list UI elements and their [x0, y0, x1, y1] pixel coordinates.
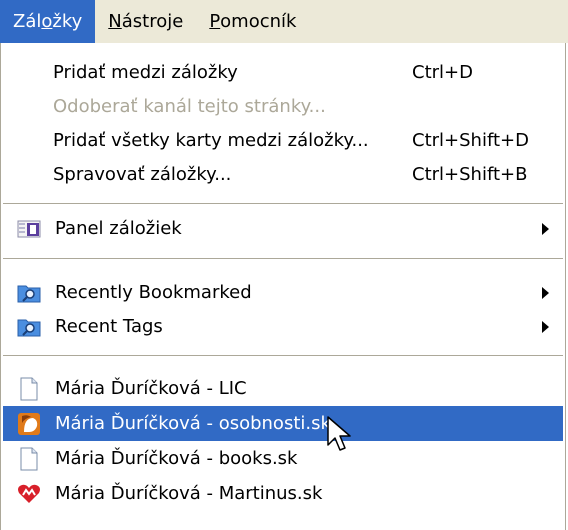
bookmark-item-osobnosti[interactable]: Mária Ďuríčková - osobnosti.sk	[3, 406, 563, 441]
menu-item-bookmark-all-tabs[interactable]: Pridať všetky karty medzi záložky... Ctr…	[3, 123, 563, 158]
menu-item-label: Pridať všetky karty medzi záložky...	[53, 130, 369, 151]
menu-item-recent-tags[interactable]: Recent Tags	[3, 309, 563, 344]
menu-item-label: Pridať medzi záložky	[53, 62, 238, 83]
martinus-favicon-icon	[17, 482, 41, 506]
smart-folder-icon	[17, 281, 41, 305]
bookmarks-toolbar-icon	[17, 217, 41, 241]
submenu-arrow-icon	[542, 286, 549, 299]
bookmark-item-books[interactable]: Mária Ďuríčková - books.sk	[3, 441, 563, 476]
bookmark-item-martinus[interactable]: Mária Ďuríčková - Martinus.sk	[3, 476, 563, 511]
menu-item-label: Mária Ďuríčková - osobnosti.sk	[55, 413, 331, 434]
menu-separator	[3, 355, 563, 357]
bookmarks-dropdown-menu: Pridať medzi záložky Ctrl+D Odoberať kan…	[0, 43, 566, 530]
menu-item-label: Spravovať záložky...	[53, 164, 232, 185]
menu-item-add-bookmark[interactable]: Pridať medzi záložky Ctrl+D	[3, 55, 563, 90]
menu-item-organize-bookmarks[interactable]: Spravovať záložky... Ctrl+Shift+B	[3, 157, 563, 192]
menu-pomocnik-label-post: omocník	[220, 11, 297, 32]
submenu-arrow-icon	[542, 222, 549, 235]
mouse-cursor-icon	[327, 416, 351, 451]
page-icon	[17, 377, 41, 401]
smart-folder-icon	[17, 315, 41, 339]
menu-nastroje-accel: N	[108, 11, 122, 32]
menu-zalozky[interactable]: Zál o žky	[0, 0, 96, 43]
menu-nastroje-label-post: ástroje	[121, 11, 184, 32]
menu-separator	[3, 258, 563, 260]
menu-zalozky-accel: o	[41, 11, 53, 32]
menu-pomocnik-accel: P	[209, 11, 221, 32]
menu-item-shortcut: Ctrl+D	[412, 62, 473, 83]
menu-item-bookmarks-toolbar[interactable]: Panel záložiek	[3, 211, 563, 246]
person-favicon-icon	[17, 412, 41, 436]
menu-item-recently-bookmarked[interactable]: Recently Bookmarked	[3, 275, 563, 310]
menu-item-shortcut: Ctrl+Shift+B	[412, 164, 528, 185]
menu-item-label: Odoberať kanál tejto stránky...	[53, 96, 326, 117]
menu-item-label: Panel záložiek	[55, 218, 182, 239]
menu-item-label: Mária Ďuríčková - Martinus.sk	[55, 483, 323, 504]
menu-nastroje[interactable]: Nástroje	[95, 0, 196, 43]
menu-item-shortcut: Ctrl+Shift+D	[412, 130, 529, 151]
menu-bar: Zál o žky Nástroje Pomocník	[0, 0, 568, 43]
submenu-arrow-icon	[542, 320, 549, 333]
menu-zalozky-label-pre: Zál	[13, 11, 42, 32]
menu-separator	[3, 203, 563, 205]
menu-item-label: Mária Ďuríčková - books.sk	[55, 448, 298, 469]
page-icon	[17, 447, 41, 471]
menu-pomocnik[interactable]: Pomocník	[196, 0, 309, 43]
menu-item-label: Recently Bookmarked	[55, 282, 252, 303]
menu-item-label: Mária Ďuríčková - LIC	[55, 378, 247, 399]
bookmark-item-lic[interactable]: Mária Ďuríčková - LIC	[3, 371, 563, 406]
menu-item-label: Recent Tags	[55, 316, 163, 337]
menu-zalozky-label-post: žky	[52, 11, 83, 32]
menu-item-remove-feed: Odoberať kanál tejto stránky...	[3, 89, 563, 124]
